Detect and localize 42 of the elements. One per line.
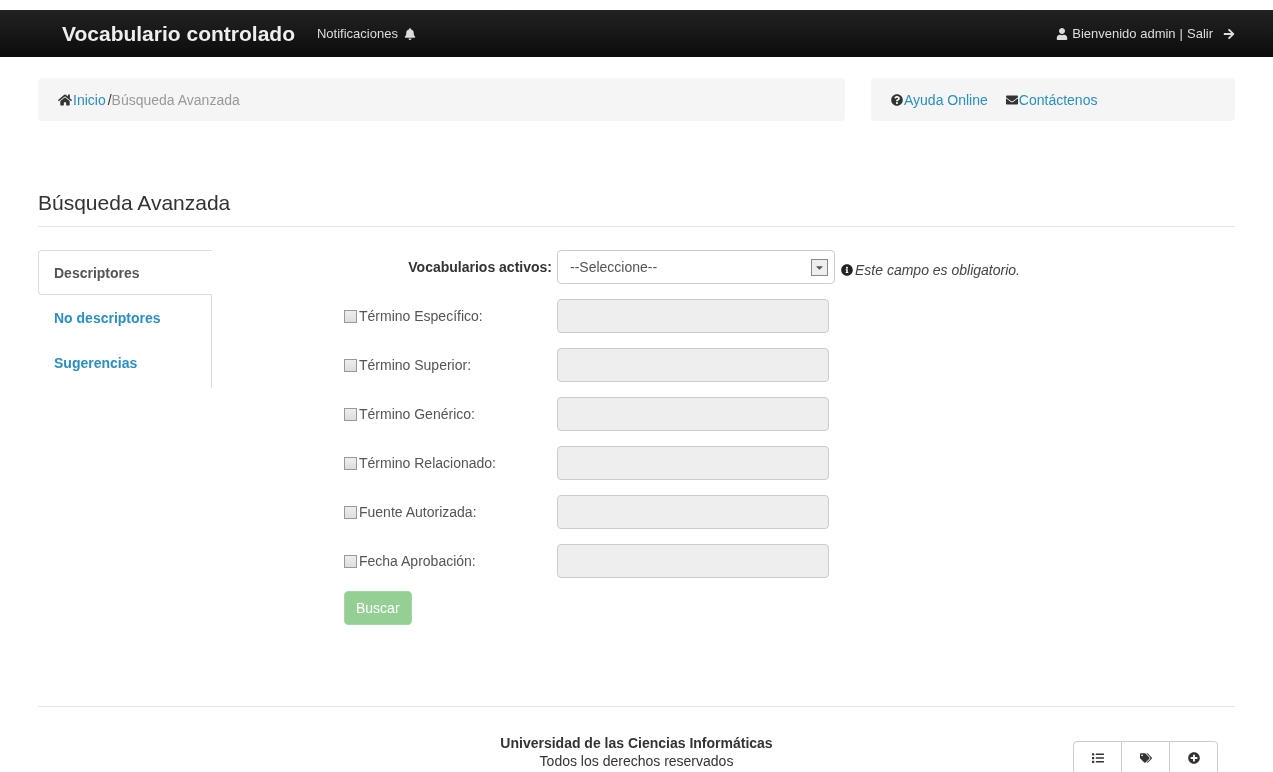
caret-icon — [811, 258, 828, 276]
field-label: Término Superior: — [359, 357, 472, 373]
list-button[interactable] — [1073, 741, 1122, 772]
checkbox[interactable] — [344, 407, 357, 421]
list-icon — [1091, 752, 1104, 764]
checkbox[interactable] — [344, 456, 357, 470]
notifications-link[interactable]: Notificaciones — [316, 26, 416, 41]
contact-link[interactable]: Contáctenos — [1005, 91, 1098, 108]
field-label: Término Específico: — [359, 308, 483, 324]
rights-text: Todos los derechos reservados — [539, 753, 734, 769]
field-label: Fuente Autorizada: — [359, 504, 477, 520]
select-label: Vocabularios activos: — [408, 259, 552, 275]
checkbox[interactable] — [344, 358, 357, 372]
vocabulary-select[interactable]: --Seleccione-- — [557, 250, 835, 284]
greeting-text: Bienvenido admin — [1072, 26, 1176, 41]
institution-text: Universidad de las Ciencias Informáticas — [500, 735, 773, 751]
tab[interactable]: Descriptores — [38, 250, 212, 295]
breadcrumb-separator: / — [107, 91, 112, 108]
logout-link[interactable]: Salir — [1187, 26, 1235, 41]
breadcrumb-current: Búsqueda Avanzada — [111, 91, 240, 108]
envelope-icon — [1005, 93, 1018, 106]
tags-icon — [1139, 752, 1152, 764]
info-icon — [841, 264, 853, 276]
checkbox[interactable] — [344, 505, 357, 519]
field-label: Término Genérico: — [359, 406, 475, 422]
checkbox[interactable] — [344, 554, 357, 568]
brand-title[interactable]: Vocabulario controlado — [62, 21, 295, 46]
checkbox[interactable] — [344, 309, 357, 323]
bell-icon — [403, 27, 416, 40]
plus-icon — [1187, 752, 1200, 764]
separator-text: | — [1179, 26, 1183, 41]
field-label: Término Relacionado: — [359, 455, 496, 471]
help-link[interactable]: Ayuda Online — [891, 91, 988, 108]
user-icon — [1056, 27, 1069, 40]
field-label: Fecha Aprobación: — [359, 553, 476, 569]
arrow-icon — [1223, 27, 1235, 40]
plus-button[interactable] — [1169, 741, 1218, 772]
home-link[interactable]: Inicio — [58, 91, 106, 108]
page-title: Búsqueda Avanzada — [38, 191, 1235, 227]
home-icon — [58, 92, 72, 107]
required-hint: Este campo es obligatorio. — [841, 262, 1020, 278]
question-icon — [891, 93, 903, 106]
